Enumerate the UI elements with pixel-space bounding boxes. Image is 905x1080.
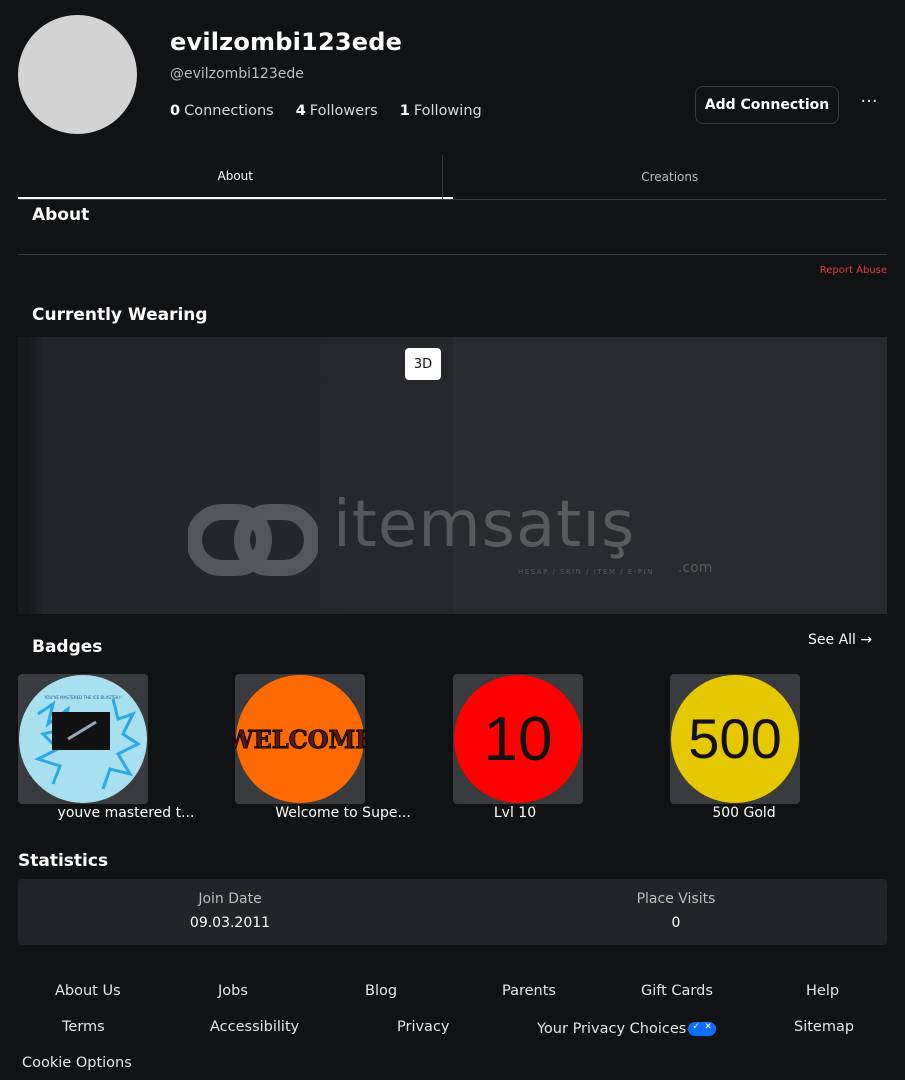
connections-label: Connections [184, 103, 274, 119]
footer-link-privacy-choices[interactable]: Your Privacy Choices ✓ ✕ [537, 1021, 717, 1037]
more-options-icon[interactable]: ··· [856, 92, 882, 116]
tab-divider [442, 155, 443, 199]
toggle-3d-button[interactable]: 3D [405, 348, 441, 380]
about-heading: About [32, 205, 90, 225]
footer-link-accessibility[interactable]: Accessibility [210, 1019, 299, 1035]
report-abuse-link[interactable]: Report Abuse [805, 265, 887, 276]
tab-about[interactable]: About [18, 155, 453, 199]
connections-link[interactable]: 0 Connections [170, 103, 274, 119]
followers-label: Followers [309, 103, 378, 119]
watermark-logo: itemsatış HESAP / SKIN / ITEM / E-PIN .c… [186, 488, 728, 582]
footer-link-privacy[interactable]: Privacy [397, 1019, 450, 1035]
badge-name[interactable]: 500 Gold [659, 805, 829, 821]
badge-art-text: 500 [688, 707, 781, 770]
blue-splash-badge-icon[interactable]: YOU'VE MASTERED THE ICE BLASTER!! [18, 674, 148, 804]
footer-link-gift-cards[interactable]: Gift Cards [641, 983, 713, 999]
welcome-badge-icon[interactable]: WELCOME [235, 674, 365, 804]
watermark-domain: .com [678, 560, 713, 576]
see-all-badges-link[interactable]: See All → [808, 632, 872, 648]
privacy-toggle-icon: ✓ ✕ [688, 1022, 717, 1036]
level-10-badge-icon[interactable]: 10 [453, 674, 583, 804]
statistics-heading: Statistics [18, 851, 109, 871]
badge-name[interactable]: Lvl 10 [430, 805, 600, 821]
avatar [18, 15, 137, 134]
watermark-subtext: HESAP / SKIN / ITEM / E-PIN [518, 568, 654, 576]
join-date-label: Join Date [198, 891, 262, 907]
badge-art-text: WELCOME [235, 725, 365, 754]
statistics-panel [18, 879, 887, 945]
watermark-text: itemsatış [333, 488, 636, 562]
social-stats: 0 Connections 4 Followers 1 Following [170, 103, 482, 119]
footer-link-cookie-options[interactable]: Cookie Options [22, 1055, 132, 1071]
footer-link-sitemap[interactable]: Sitemap [794, 1019, 854, 1035]
badge-name[interactable]: youve mastered t... [41, 805, 211, 821]
username-handle: @evilzombi123ede [170, 66, 304, 82]
footer-link-parents[interactable]: Parents [502, 983, 556, 999]
footer-link-about-us[interactable]: About Us [55, 983, 121, 999]
about-divider [18, 254, 887, 255]
followers-link[interactable]: 4 Followers [296, 103, 378, 119]
place-visits-value: 0 [671, 915, 681, 931]
badges-heading: Badges [32, 637, 103, 657]
chain-link-icon [186, 504, 320, 576]
add-connection-button[interactable]: Add Connection [695, 86, 839, 124]
join-date-value: 09.03.2011 [189, 915, 271, 931]
footer-link-help[interactable]: Help [806, 983, 839, 999]
following-count: 1 [399, 103, 410, 119]
followers-count: 4 [295, 103, 306, 119]
profile-tabs: About Creations [18, 155, 887, 200]
footer-link-blog[interactable]: Blog [365, 983, 397, 999]
display-name: evilzombi123ede [170, 28, 403, 56]
footer-link-terms[interactable]: Terms [62, 1019, 105, 1035]
privacy-choices-label: Your Privacy Choices [537, 1021, 687, 1037]
footer-link-jobs[interactable]: Jobs [218, 983, 248, 999]
tab-creations[interactable]: Creations [453, 155, 888, 199]
place-visits-label: Place Visits [636, 891, 716, 907]
currently-wearing-heading: Currently Wearing [32, 305, 208, 325]
gold-500-badge-icon[interactable]: 500 [670, 674, 800, 804]
badge-name[interactable]: Welcome to Supe... [258, 805, 428, 821]
badge-art-text: YOU'VE MASTERED THE ICE BLASTER!! [43, 695, 122, 700]
badge-art-text: 10 [484, 705, 553, 774]
following-label: Following [413, 103, 482, 119]
connections-count: 0 [170, 103, 181, 119]
following-link[interactable]: 1 Following [400, 103, 482, 119]
